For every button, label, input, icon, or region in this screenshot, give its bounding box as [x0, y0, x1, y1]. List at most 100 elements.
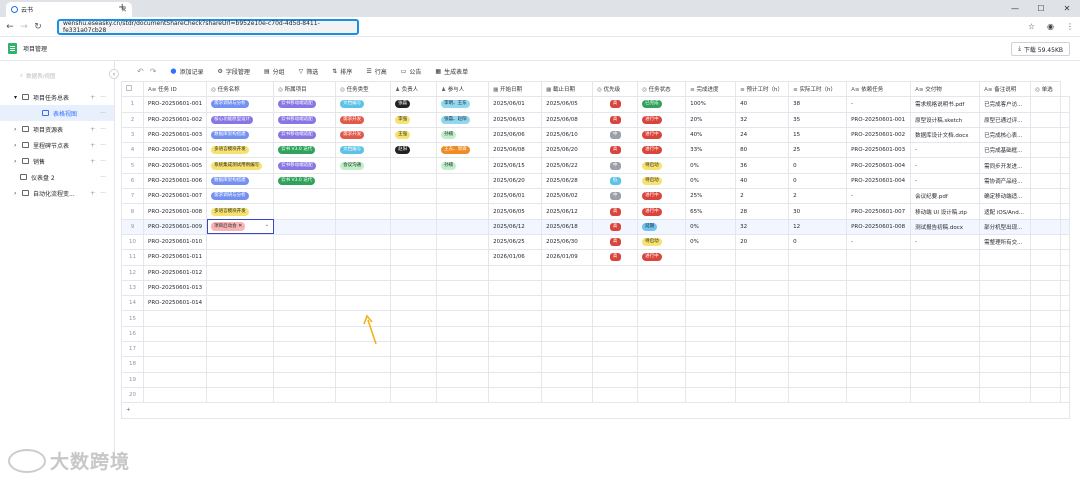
cell-single[interactable] — [1030, 233, 1062, 251]
cell-status[interactable]: 待启动 — [637, 157, 687, 174]
cell-dep[interactable] — [846, 279, 912, 297]
cell-status[interactable] — [637, 371, 687, 388]
cell-name[interactable] — [206, 386, 275, 404]
chevron-right-icon[interactable]: › — [14, 158, 16, 165]
cell-prog[interactable] — [685, 279, 737, 297]
more-icon[interactable]: ··· — [100, 190, 106, 197]
cell-pri[interactable]: 高 — [592, 142, 639, 159]
cell-pri[interactable] — [592, 386, 639, 404]
cell-proj[interactable] — [273, 203, 337, 220]
cell-status[interactable]: 进行中 — [637, 142, 687, 159]
cell-act[interactable]: 25 — [788, 142, 848, 159]
cell-deliv[interactable]: 移动端 UI 设计稿.zip — [910, 203, 981, 220]
cell-status[interactable] — [637, 264, 687, 281]
cell-type[interactable] — [335, 279, 392, 297]
cell-prog[interactable]: 40% — [685, 126, 737, 144]
cell-proj[interactable] — [273, 386, 337, 404]
cell-est[interactable] — [735, 295, 790, 312]
cell-single[interactable] — [1030, 356, 1062, 373]
browser-tab[interactable]: 云书 ✕ — [6, 2, 132, 17]
column-header[interactable]: A≡ 备注说明 — [979, 80, 1032, 98]
cell-type[interactable]: 需求开发 — [335, 111, 392, 128]
cell-id[interactable] — [142, 386, 208, 404]
cell-part[interactable] — [436, 341, 490, 358]
cell-type[interactable] — [335, 264, 392, 281]
chevron-down-icon[interactable]: ⌄ — [264, 222, 269, 228]
cell-start[interactable]: 2025/06/03 — [488, 111, 543, 128]
cell-name[interactable]: 数据库架构搭建 — [206, 126, 275, 144]
select-all-checkbox[interactable] — [121, 80, 144, 98]
cell-name[interactable] — [206, 310, 275, 327]
cell-single[interactable] — [1030, 96, 1062, 113]
cell-end[interactable]: 2026/01/09 — [541, 249, 594, 266]
cell-single[interactable] — [1030, 386, 1062, 404]
cell-est[interactable] — [735, 371, 790, 388]
cell-end[interactable] — [541, 295, 594, 312]
cell-name[interactable]: 多语言模块开发 — [206, 142, 275, 159]
cell-note[interactable] — [979, 264, 1032, 281]
column-header[interactable]: ▦ 开始日期 — [488, 80, 543, 98]
remove-tag-icon[interactable]: ✕ — [237, 223, 242, 229]
column-header[interactable]: ◎ 单选 — [1030, 80, 1062, 98]
sidebar-item-dashboard[interactable]: 仪表盘 2 ··· — [0, 169, 114, 185]
cell-note[interactable]: 已完成核心表... — [979, 126, 1032, 144]
cell-status[interactable]: 进行中 — [637, 126, 687, 144]
cell-end[interactable] — [541, 325, 594, 343]
cell-status[interactable] — [637, 310, 687, 327]
cell-status[interactable]: 进行中 — [637, 249, 687, 266]
cell-end[interactable] — [541, 356, 594, 373]
cell-prog[interactable]: 0% — [685, 233, 737, 251]
cell-owner[interactable] — [390, 188, 438, 205]
cell-note[interactable] — [979, 279, 1032, 297]
cell-proj[interactable]: 云书移动端适配 — [273, 111, 337, 128]
maximize-icon[interactable]: ☐ — [1028, 0, 1054, 17]
cell-type[interactable] — [335, 356, 392, 373]
cell-status[interactable]: 待启动 — [637, 233, 687, 251]
cell-single[interactable] — [1030, 111, 1062, 128]
cell-deliv[interactable] — [910, 279, 981, 297]
cell-end[interactable] — [541, 386, 594, 404]
add-icon[interactable]: + — [90, 190, 95, 197]
notice-button[interactable]: ▭ 公告 — [401, 67, 422, 76]
table-row[interactable]: 17 — [121, 341, 1071, 358]
table-row[interactable]: 11 PRO-20250601-011 2026/01/06 2026/01/09 高 进… — [121, 249, 1071, 266]
cell-dep[interactable] — [846, 341, 912, 358]
cell-id[interactable]: PRO-20250601-013 — [142, 279, 208, 297]
cell-start[interactable] — [488, 386, 543, 404]
cell-status[interactable]: 延期 — [637, 218, 687, 235]
cell-part[interactable] — [436, 203, 490, 220]
close-window-icon[interactable]: ✕ — [1054, 0, 1080, 17]
cell-single[interactable] — [1030, 172, 1062, 190]
add-row[interactable]: + — [120, 402, 1071, 419]
cell-status[interactable] — [637, 325, 687, 343]
cell-est[interactable]: 80 — [735, 142, 790, 159]
cell-end[interactable]: 2025/06/05 — [541, 96, 594, 113]
sidebar-item-tasks[interactable]: ▾ 项目任务总表 + ··· — [0, 89, 114, 105]
cell-dep[interactable]: PRO-20250601-004 — [846, 157, 912, 174]
cell-proj[interactable] — [273, 249, 337, 266]
cell-start[interactable]: 2025/06/01 — [488, 188, 543, 205]
cell-start[interactable] — [488, 341, 543, 358]
column-header[interactable]: ♟ 负责人 — [390, 80, 438, 98]
reload-icon[interactable]: ↻ — [31, 22, 45, 32]
cell-start[interactable]: 2026/01/06 — [488, 249, 543, 266]
cell-act[interactable] — [788, 356, 848, 373]
cell-type[interactable] — [335, 249, 392, 266]
sidebar-search[interactable]: ⌕ 数据表/视图 — [20, 71, 106, 81]
redo-icon[interactable]: ↷ — [150, 67, 157, 76]
cell-start[interactable] — [488, 325, 543, 343]
cell-act[interactable]: 15 — [788, 126, 848, 144]
cell-dep[interactable]: PRO-20250601-008 — [846, 218, 912, 235]
cell-est[interactable]: 40 — [735, 172, 790, 190]
cell-type[interactable]: 文档编写 — [335, 96, 392, 113]
cell-status[interactable]: 待启动 — [637, 172, 687, 190]
column-header[interactable]: ◎ 任务类型 — [335, 80, 392, 98]
cell-note[interactable]: 需整理所有交... — [979, 233, 1032, 251]
cell-deliv[interactable]: 需求规格说明书.pdf — [910, 96, 981, 113]
cell-type[interactable]: 需求开发 — [335, 126, 392, 144]
cell-prog[interactable]: 33% — [685, 142, 737, 159]
table-row[interactable]: 12 PRO-20250601-012 — [121, 264, 1071, 281]
cell-part[interactable]: 李明、王东 — [436, 96, 490, 113]
cell-status[interactable] — [637, 295, 687, 312]
cell-note[interactable] — [979, 371, 1032, 388]
